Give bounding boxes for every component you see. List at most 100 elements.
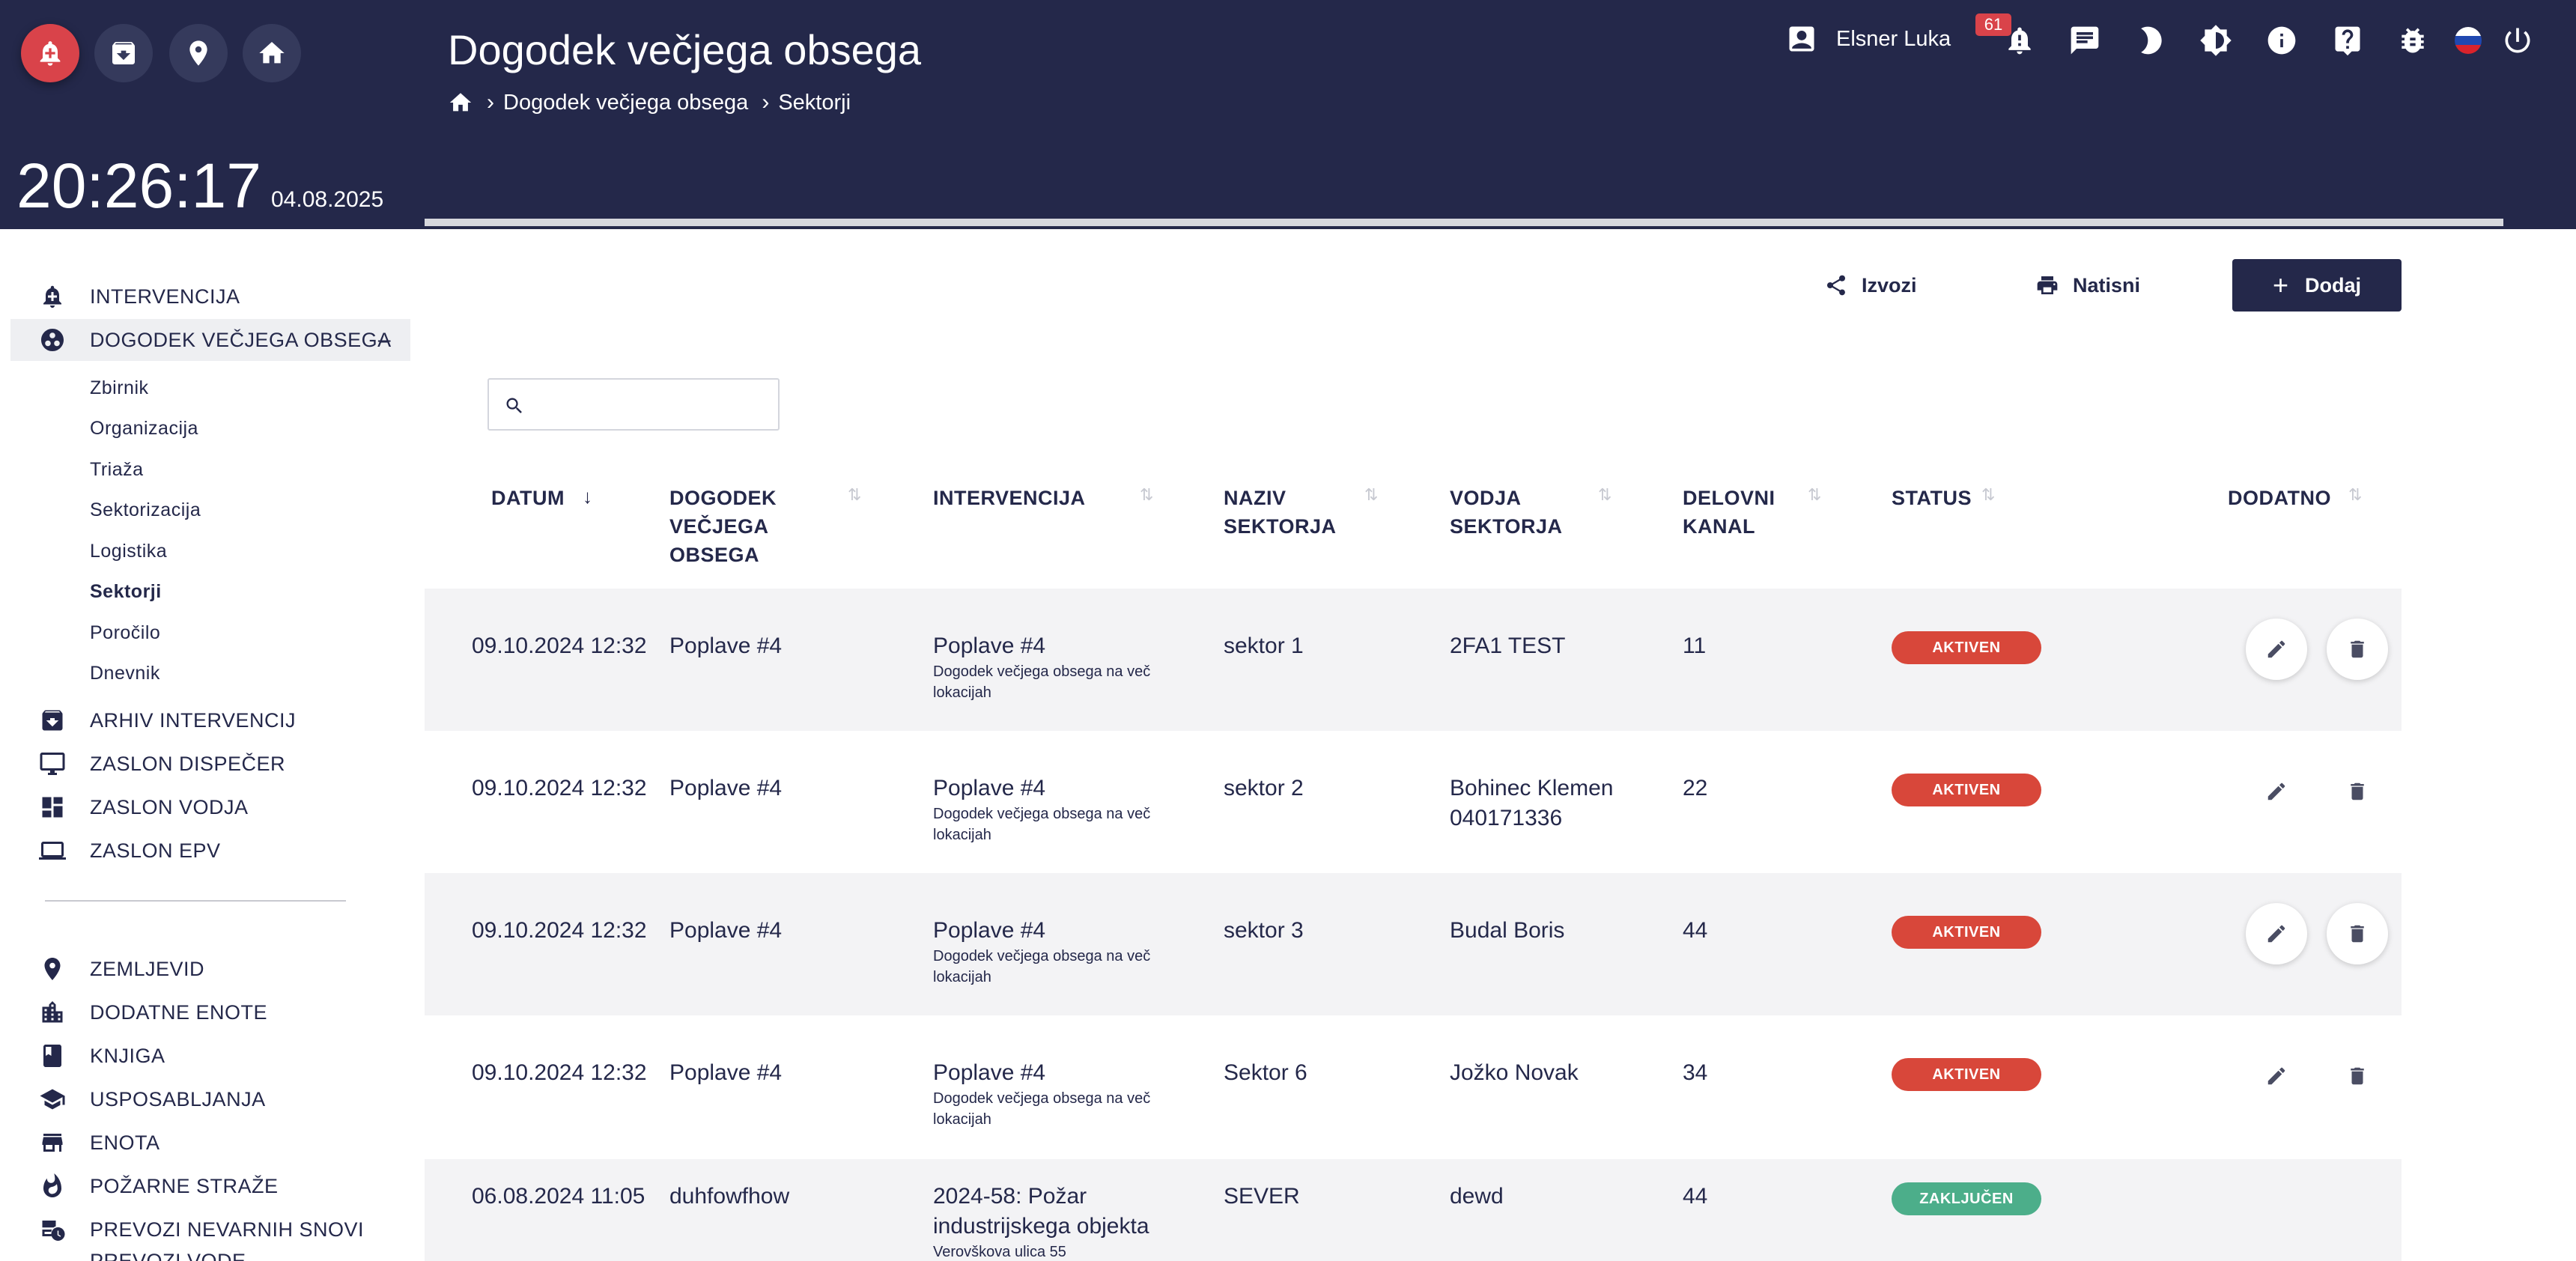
- sidebar-subitem-dnevnik[interactable]: Dnevnik: [90, 663, 160, 684]
- cell-intervencija-description: Dogodek večjega obsega na več lokacijah: [933, 806, 1151, 843]
- sort-icon[interactable]: ⇅: [1598, 485, 1611, 505]
- sort-icon[interactable]: ⇅: [2348, 485, 2362, 505]
- help-button[interactable]: [2331, 24, 2364, 57]
- column-header-status[interactable]: STATUS: [1892, 484, 1972, 512]
- table-row[interactable]: 09.10.2024 12:32 Poplave #4 Poplave #4 D…: [425, 1015, 2402, 1158]
- sidebar-item-intervencija[interactable]: INTERVENCIJA: [10, 276, 410, 317]
- sort-icon[interactable]: ⇅: [1364, 485, 1378, 505]
- cell-datum: 06.08.2024 11:05: [472, 1184, 645, 1209]
- cell-intervencija-description: Verovškova ulica 55: [933, 1244, 1066, 1260]
- column-header-vodja-sektorja[interactable]: VODJA SEKTORJA: [1450, 484, 1563, 541]
- cell-dogodek: Poplave #4: [669, 633, 783, 658]
- column-header-label: NAZIV: [1224, 487, 1287, 509]
- breadcrumb-item-event[interactable]: Dogodek večjega obsega: [503, 91, 748, 115]
- column-header-dodatno[interactable]: DODATNO: [2228, 484, 2331, 512]
- edit-button[interactable]: [2246, 619, 2307, 680]
- trash-icon: [2351, 925, 2364, 943]
- column-header-label: DODATNO: [2228, 487, 2331, 509]
- delete-button[interactable]: [2327, 1045, 2388, 1107]
- header-divider: [425, 219, 2503, 226]
- sort-icon[interactable]: ⇅: [1808, 485, 1821, 505]
- cell-intervencija: Poplave #4: [933, 1060, 1046, 1085]
- user-profile[interactable]: Elsner Luka: [1785, 22, 1951, 55]
- add-button[interactable]: + Dodaj: [2232, 259, 2402, 312]
- sidebar-item-arhiv-intervencij[interactable]: ARHIV INTERVENCIJ: [10, 699, 410, 741]
- trash-icon: [2351, 1067, 2364, 1085]
- column-header-label: SEKTORJA: [1450, 515, 1563, 538]
- print-button[interactable]: Natisni: [2035, 259, 2140, 312]
- column-header-intervencija[interactable]: INTERVENCIJA: [933, 484, 1086, 512]
- chat-button[interactable]: [2068, 24, 2101, 57]
- sidebar-item-zaslon-epv[interactable]: ZASLON EPV: [10, 830, 410, 872]
- cell-vodja: Budal Boris: [1450, 918, 1565, 943]
- language-flag-icon[interactable]: [2455, 27, 2482, 54]
- column-header-naziv-sektorja[interactable]: NAZIV SEKTORJA: [1224, 484, 1337, 541]
- column-header-dogodek[interactable]: DOGODEK VEČJEGA OBSEGA: [669, 484, 777, 569]
- sidebar-item-knjiga[interactable]: KNJIGA: [10, 1035, 410, 1077]
- bug-icon: [2402, 28, 2424, 53]
- sort-icon[interactable]: ⇅: [1981, 485, 1995, 505]
- cell-kanal: 44: [1683, 1184, 1708, 1209]
- help-icon: [2335, 26, 2360, 56]
- cell-vodja: Jožko Novak: [1450, 1060, 1579, 1085]
- sidebar-item-enota[interactable]: ENOTA: [10, 1122, 410, 1164]
- sidebar-subitem-triaza[interactable]: Triaža: [90, 459, 144, 481]
- sort-desc-icon[interactable]: ↓: [583, 485, 592, 508]
- map-button[interactable]: [169, 24, 228, 82]
- collapse-icon[interactable]: –: [378, 327, 391, 353]
- sort-icon[interactable]: ⇅: [848, 485, 861, 505]
- delete-button[interactable]: [2327, 903, 2388, 964]
- edit-button[interactable]: [2246, 903, 2307, 964]
- sidebar-subitem-zbirnik[interactable]: Zbirnik: [90, 377, 149, 399]
- sidebar-subitem-sektorizacija[interactable]: Sektorizacija: [90, 499, 201, 521]
- sidebar-item-zemljevid[interactable]: ZEMLJEVID: [10, 948, 410, 990]
- bug-report-button[interactable]: [2396, 24, 2429, 57]
- column-header-datum[interactable]: DATUM: [491, 484, 565, 512]
- cell-intervencija-description: Dogodek večjega obsega na več lokacijah: [933, 663, 1151, 701]
- dark-mode-button[interactable]: [2134, 24, 2167, 57]
- sidebar-item-usposabljanja[interactable]: USPOSABLJANJA: [10, 1078, 410, 1120]
- sidebar-item-prevozi-nevarnih-snovi[interactable]: PREVOZI NEVARNIH SNOVI: [10, 1209, 410, 1251]
- table-row[interactable]: 09.10.2024 12:32 Poplave #4 Poplave #4 D…: [425, 731, 2402, 873]
- store-icon: [42, 1134, 63, 1152]
- delete-button[interactable]: [2327, 761, 2388, 822]
- sort-icon[interactable]: ⇅: [1140, 485, 1153, 505]
- sidebar-item-zaslon-vodja[interactable]: ZASLON VODJA: [10, 786, 410, 828]
- archive-button[interactable]: [94, 24, 153, 82]
- delete-button[interactable]: [2327, 619, 2388, 680]
- sidebar-subitem-porocilo[interactable]: Poročilo: [90, 622, 160, 644]
- edit-button[interactable]: [2246, 1045, 2307, 1107]
- sidebar-divider: [45, 900, 346, 902]
- home-button[interactable]: [243, 24, 301, 82]
- sidebar-item-dogodek-vecjega-obsega[interactable]: DOGODEK VEČJEGA OBSEGA –: [10, 319, 410, 361]
- table-row[interactable]: 09.10.2024 12:32 Poplave #4 Poplave #4 D…: [425, 589, 2402, 731]
- cell-datum: 09.10.2024 12:32: [472, 918, 647, 943]
- table-row[interactable]: 06.08.2024 11:05 duhfowfhow 2024-58: Pož…: [425, 1159, 2402, 1261]
- edit-button[interactable]: [2246, 761, 2307, 822]
- cell-intervencija: Poplave #4: [933, 918, 1046, 943]
- logout-button[interactable]: [2501, 24, 2534, 57]
- info-button[interactable]: [2265, 24, 2298, 57]
- sidebar-item-label: ENOTA: [90, 1131, 160, 1154]
- cell-sektor: sektor 3: [1224, 918, 1304, 943]
- table-row[interactable]: 09.10.2024 12:32 Poplave #4 Poplave #4 D…: [425, 873, 2402, 1015]
- sidebar-item-prevozi-vode[interactable]: PREVOZI VODE: [10, 1249, 410, 1261]
- cell-sektor: SEVER: [1224, 1184, 1300, 1209]
- share-icon: [1827, 275, 1845, 296]
- sidebar-item-zaslon-dispecer[interactable]: ZASLON DISPEČER: [10, 743, 410, 785]
- export-button[interactable]: Izvozi: [1824, 259, 1917, 312]
- column-header-delovni-kanal[interactable]: DELOVNI KANAL: [1683, 484, 1775, 541]
- monitor-icon: [40, 753, 65, 775]
- sidebar-subitem-organizacija[interactable]: Organizacija: [90, 418, 198, 440]
- sidebar-item-label: USPOSABLJANJA: [90, 1087, 266, 1110]
- breadcrumb-home-icon[interactable]: [448, 90, 473, 115]
- sidebar-item-pozarne-straze[interactable]: POŽARNE STRAŽE: [10, 1165, 410, 1207]
- sidebar-subitem-sektorji[interactable]: Sektorji: [90, 581, 162, 603]
- column-header-label: SEKTORJA: [1224, 515, 1337, 538]
- brightness-button[interactable]: [2199, 24, 2232, 57]
- breadcrumb-item-sectors: Sektorji: [778, 90, 851, 115]
- new-alarm-button[interactable]: [21, 24, 79, 82]
- search-input[interactable]: [487, 378, 780, 431]
- sidebar-item-dodatne-enote[interactable]: DODATNE ENOTE: [10, 991, 410, 1033]
- sidebar-subitem-logistika[interactable]: Logistika: [90, 541, 167, 562]
